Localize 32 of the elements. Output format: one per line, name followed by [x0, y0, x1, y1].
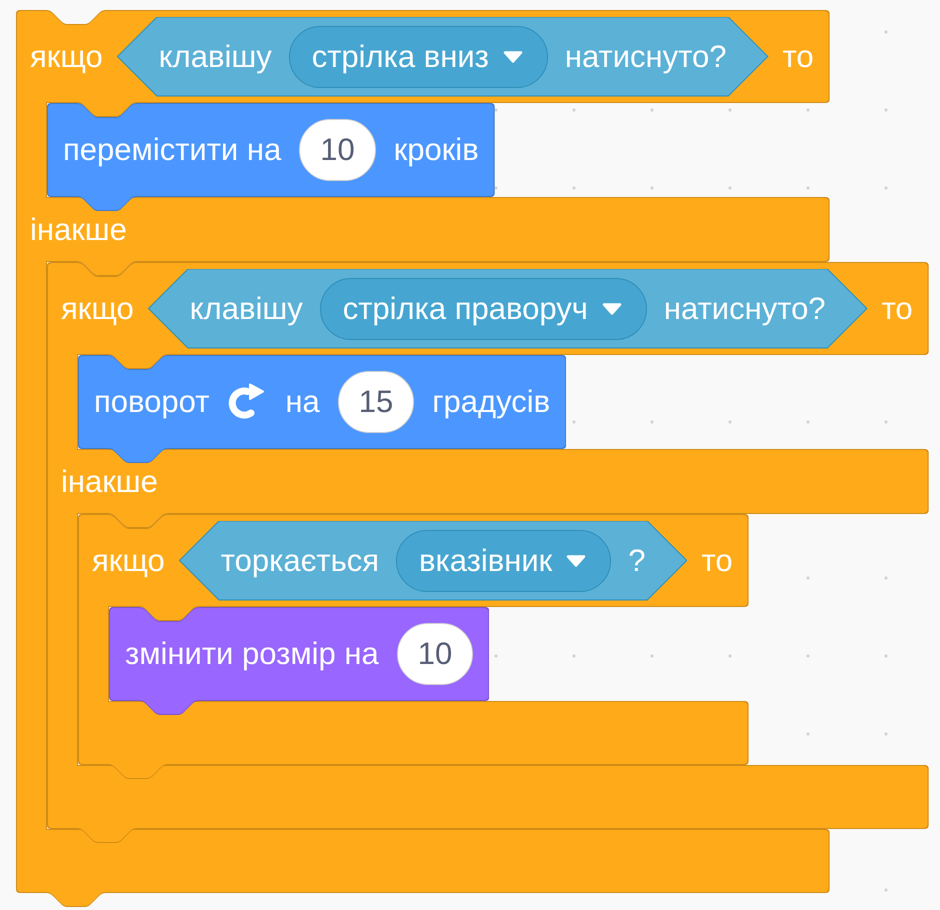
- if-block[interactable]: якщо торкається вказівник ? то змінити розмір на 10: [78, 514, 749, 779]
- caret-icon: [602, 302, 622, 314]
- block-label: на: [285, 384, 320, 420]
- block-label: градусів: [432, 384, 550, 420]
- block-label: клавішу: [190, 290, 303, 326]
- block-label: якщо: [61, 290, 134, 326]
- if-else-block[interactable]: якщо клавішу стрілка праворуч натиснуто? то поворот на 15 градусів інакше якщо торкається вказівник ? то змінити розмір на 10: [47, 262, 929, 843]
- command-block[interactable]: поворот на 15 градусів: [78, 355, 566, 463]
- if-else-block[interactable]: якщо клавішу стрілка вниз натиснуто? то перемістити на 10 кроків інакше якщо клавішу стрілка праворуч натиснуто? то поворот на 15 градусів інакше якщо торкається вказівник ? то змінити розмір на 10: [16, 10, 929, 907]
- block-label: кроків: [394, 132, 479, 168]
- block-label: інакше: [30, 212, 127, 248]
- block-label: то: [782, 38, 814, 74]
- block-label: якщо: [92, 542, 165, 578]
- block-label: то: [701, 542, 733, 578]
- block-label: інакше: [61, 464, 158, 500]
- number-input[interactable]: 10: [299, 119, 376, 181]
- block-label: то: [882, 290, 913, 326]
- command-block[interactable]: перемістити на 10 кроків: [47, 103, 495, 211]
- block-label: поворот: [94, 384, 210, 420]
- block-label: змінити розмір на: [125, 636, 379, 672]
- block-label: торкається: [220, 542, 380, 578]
- number-input[interactable]: 15: [338, 371, 414, 433]
- block-label: ?: [628, 542, 646, 578]
- caret-icon: [566, 554, 586, 566]
- block-label: клавішу: [158, 38, 272, 74]
- block-label: натиснуто?: [564, 38, 727, 74]
- block-label: натиснуто?: [664, 290, 826, 326]
- command-block[interactable]: змінити розмір на 10: [109, 607, 490, 715]
- block-label: якщо: [30, 38, 103, 74]
- caret-icon: [502, 50, 523, 62]
- block-label: перемістити на: [63, 132, 282, 168]
- number-input[interactable]: 10: [396, 623, 474, 685]
